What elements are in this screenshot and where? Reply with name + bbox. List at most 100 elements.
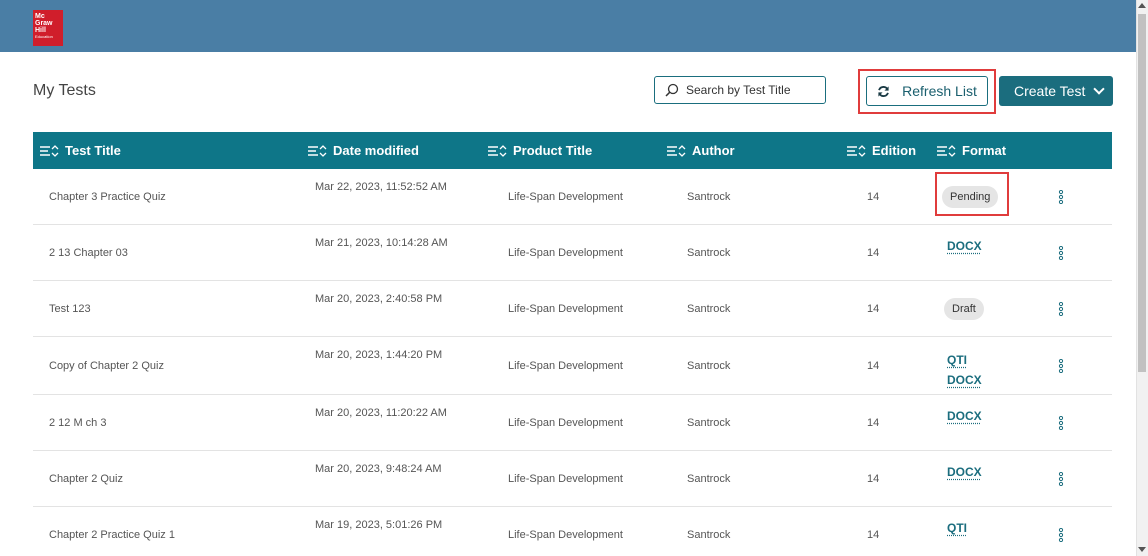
- sort-icon: [487, 144, 509, 157]
- author-cell: Santrock: [687, 359, 731, 372]
- scroll-up-arrow-icon[interactable]: [1138, 3, 1146, 8]
- table-row[interactable]: 2 12 M ch 3 Mar 20, 2023, 11:20:22 AM Li…: [33, 395, 1112, 451]
- refresh-list-button[interactable]: Refresh List: [866, 76, 988, 106]
- kebab-menu-icon: [1058, 301, 1064, 316]
- search-box[interactable]: [654, 76, 826, 104]
- column-header-label: Product Title: [513, 143, 593, 158]
- row-menu-button[interactable]: [1058, 169, 1064, 224]
- test-title-cell[interactable]: Chapter 2 Quiz: [49, 451, 123, 506]
- scrollbar-thumb[interactable]: [1138, 14, 1146, 372]
- row-menu-button[interactable]: [1058, 225, 1064, 280]
- edition-cell: 14: [867, 359, 880, 372]
- table-header: Test Title Date modified Product Title A…: [33, 132, 1112, 169]
- edition-cell: 14: [867, 246, 880, 259]
- column-header-author[interactable]: Author: [666, 132, 735, 169]
- chevron-down-icon: [1093, 83, 1106, 95]
- author-cell: Santrock: [687, 416, 731, 429]
- table-row[interactable]: Test 123 Mar 20, 2023, 2:40:58 PM Life-S…: [33, 281, 1112, 337]
- column-header-label: Test Title: [65, 143, 121, 158]
- top-navigation-bar: Mc Graw Hill Education: [0, 0, 1136, 52]
- format-link-docx[interactable]: DOCX: [947, 373, 982, 387]
- test-title-cell[interactable]: 2 13 Chapter 03: [49, 225, 128, 280]
- table-row[interactable]: Chapter 2 Quiz Mar 20, 2023, 9:48:24 AM …: [33, 451, 1112, 507]
- search-input[interactable]: [686, 83, 816, 97]
- edition-cell: 14: [867, 302, 880, 315]
- column-header-test-title[interactable]: Test Title: [39, 132, 121, 169]
- table-row[interactable]: 2 13 Chapter 03 Mar 21, 2023, 10:14:28 A…: [33, 225, 1112, 281]
- date-modified-cell: Mar 22, 2023, 11:52:52 AM: [315, 181, 447, 193]
- test-title-cell[interactable]: Test 123: [49, 281, 91, 336]
- date-modified-cell: Mar 20, 2023, 2:40:58 PM: [315, 293, 443, 305]
- create-test-label: Create Test: [1014, 83, 1086, 99]
- table-row[interactable]: Chapter 2 Practice Quiz 1 Mar 19, 2023, …: [33, 507, 1112, 556]
- product-title-cell: Life-Span Development: [508, 359, 623, 372]
- column-header-edition[interactable]: Edition: [846, 132, 916, 169]
- row-menu-button[interactable]: [1058, 337, 1064, 394]
- date-modified-cell: Mar 20, 2023, 1:44:20 PM: [315, 349, 443, 361]
- status-badge-draft: Draft: [944, 297, 984, 320]
- sort-icon: [307, 144, 329, 157]
- kebab-menu-icon: [1058, 358, 1064, 373]
- kebab-menu-icon: [1058, 471, 1064, 486]
- column-header-date-modified[interactable]: Date modified: [307, 132, 419, 169]
- sort-icon: [39, 144, 61, 157]
- format-link-qti[interactable]: QTI: [947, 353, 982, 367]
- test-title-cell[interactable]: Copy of Chapter 2 Quiz: [49, 337, 164, 394]
- date-modified-cell: Mar 20, 2023, 11:20:22 AM: [315, 407, 447, 419]
- test-title-cell[interactable]: 2 12 M ch 3: [49, 395, 106, 450]
- sort-icon: [666, 144, 688, 157]
- edition-cell: 14: [867, 529, 880, 541]
- format-link-docx[interactable]: DOCX: [947, 465, 982, 479]
- test-title-cell[interactable]: Chapter 2 Practice Quiz 1: [49, 507, 175, 556]
- column-header-label: Author: [692, 143, 735, 158]
- edition-cell: 14: [867, 190, 880, 203]
- column-header-label: Edition: [872, 143, 917, 158]
- pending-highlight-box: [935, 172, 1009, 216]
- column-header-format[interactable]: Format: [936, 132, 1006, 169]
- product-title-cell: Life-Span Development: [508, 472, 623, 485]
- logo-line-1: Mc: [35, 13, 45, 20]
- format-link-qti[interactable]: QTI: [947, 521, 967, 535]
- scroll-down-arrow-icon[interactable]: [1138, 547, 1146, 552]
- row-menu-button[interactable]: [1058, 395, 1064, 450]
- table-row[interactable]: Copy of Chapter 2 Quiz Mar 20, 2023, 1:4…: [33, 337, 1112, 395]
- product-title-cell: Life-Span Development: [508, 302, 623, 315]
- mcgraw-hill-logo[interactable]: Mc Graw Hill Education: [33, 10, 63, 46]
- row-menu-button[interactable]: [1058, 281, 1064, 336]
- date-modified-cell: Mar 20, 2023, 9:48:24 AM: [315, 463, 442, 475]
- date-modified-cell: Mar 21, 2023, 10:14:28 AM: [315, 237, 448, 249]
- sort-icon: [936, 144, 958, 157]
- refresh-icon: [877, 85, 902, 98]
- author-cell: Santrock: [687, 246, 731, 259]
- page-title: My Tests: [33, 82, 96, 99]
- sort-icon: [846, 144, 868, 157]
- kebab-menu-icon: [1058, 528, 1064, 542]
- column-header-label: Format: [962, 143, 1007, 158]
- column-header-label: Date modified: [333, 143, 419, 158]
- product-title-cell: Life-Span Development: [508, 529, 623, 541]
- format-link-docx[interactable]: DOCX: [947, 239, 982, 253]
- edition-cell: 14: [867, 472, 880, 485]
- author-cell: Santrock: [687, 190, 731, 203]
- test-title-cell[interactable]: Chapter 3 Practice Quiz: [49, 169, 166, 224]
- author-cell: Santrock: [687, 302, 731, 315]
- kebab-menu-icon: [1058, 415, 1064, 430]
- kebab-menu-icon: [1058, 189, 1064, 204]
- logo-line-3: Hill: [35, 27, 46, 34]
- date-modified-cell: Mar 19, 2023, 5:01:26 PM: [315, 519, 443, 531]
- create-test-button[interactable]: Create Test: [999, 76, 1113, 106]
- row-menu-button[interactable]: [1058, 451, 1064, 506]
- logo-line-4: Education: [35, 34, 53, 39]
- column-header-product-title[interactable]: Product Title: [487, 132, 592, 169]
- format-link-docx[interactable]: DOCX: [947, 409, 982, 423]
- kebab-menu-icon: [1058, 245, 1064, 260]
- search-icon: [665, 83, 679, 97]
- author-cell: Santrock: [687, 529, 731, 541]
- refresh-list-label: Refresh List: [902, 83, 977, 99]
- vertical-scrollbar[interactable]: [1136, 0, 1148, 556]
- row-menu-button[interactable]: [1058, 507, 1064, 556]
- logo-line-2: Graw: [35, 20, 53, 27]
- edition-cell: 14: [867, 416, 880, 429]
- product-title-cell: Life-Span Development: [508, 416, 623, 429]
- product-title-cell: Life-Span Development: [508, 190, 623, 203]
